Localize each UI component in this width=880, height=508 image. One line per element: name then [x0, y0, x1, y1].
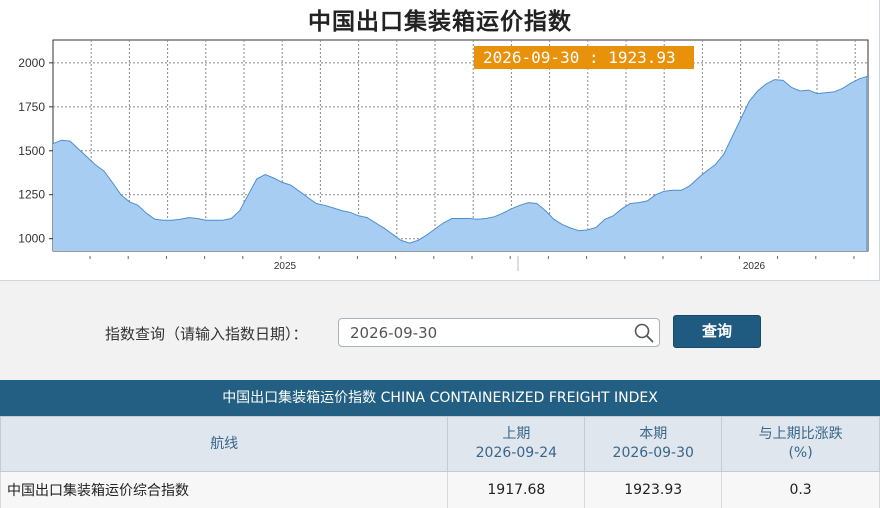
x-tick-label: 2026	[743, 261, 766, 272]
y-tick-label: 2000	[18, 56, 45, 70]
page: 1000 1250 1500 1750 2000 2025 2026 中国出口集装箱运价指数…	[0, 0, 880, 508]
curr-value-cell: 1923.93	[584, 471, 723, 508]
curr-label: 本期	[639, 426, 668, 442]
index-table: 航线 上期 2026-09-24 本期 2026-09-30 与上期比涨跌 (%…	[0, 416, 880, 508]
y-tick-label: 1000	[18, 232, 45, 246]
curr-date: 2026-09-30	[612, 445, 694, 461]
table-header-row: 航线 上期 2026-09-24 本期 2026-09-30 与上期比涨跌 (%…	[0, 416, 880, 472]
column-header-change: 与上期比涨跌 (%)	[721, 416, 880, 472]
index-chart[interactable]: 1000 1250 1500 1750 2000 2025 2026	[0, 0, 879, 280]
prev-date: 2026-09-24	[475, 445, 558, 461]
query-button[interactable]: 查询	[673, 315, 761, 348]
column-header-route: 航线	[0, 416, 449, 472]
column-header-prev: 上期 2026-09-24	[447, 416, 586, 472]
y-tick-label: 1750	[18, 100, 45, 114]
chart-panel: 1000 1250 1500 1750 2000 2025 2026 中国出口集装箱运价指数…	[0, 0, 880, 280]
y-tick-label: 1250	[18, 188, 45, 202]
change-value-cell: 0.3	[721, 471, 880, 508]
route-header-label: 航线	[210, 435, 239, 452]
prev-label: 上期	[502, 426, 531, 442]
change-unit: (%)	[788, 445, 813, 461]
prev-value-cell: 1917.68	[447, 471, 586, 508]
x-tick-label: 2025	[274, 261, 297, 272]
table-row[interactable]: 中国出口集装箱运价综合指数 1917.68 1923.93 0.3	[0, 471, 880, 508]
query-label: 指数查询（请输入指数日期）：	[105, 325, 308, 343]
date-input[interactable]	[339, 319, 629, 346]
date-search-box	[338, 318, 660, 347]
chart-title: 中国出口集装箱运价指数	[308, 9, 572, 35]
search-icon[interactable]	[633, 322, 655, 344]
column-header-curr: 本期 2026-09-30	[584, 416, 723, 472]
y-tick-label: 1500	[18, 144, 45, 158]
chart-tooltip: 2026-09-30 : 1923.93	[474, 46, 694, 69]
change-label: 与上期比涨跌	[758, 426, 843, 442]
table-title: 中国出口集装箱运价指数 CHINA CONTAINERIZED FREIGHT …	[0, 380, 880, 416]
query-panel: 指数查询（请输入指数日期）： 查询	[0, 280, 880, 380]
route-cell: 中国出口集装箱运价综合指数	[0, 471, 449, 508]
